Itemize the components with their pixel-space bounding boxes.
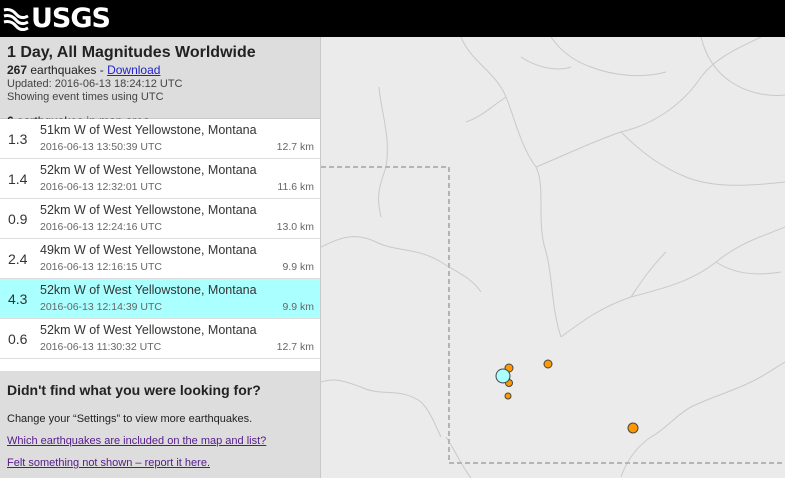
count-suffix: earthquakes - — [27, 63, 108, 77]
magnitude: 4.3 — [8, 291, 28, 307]
magnitude: 0.9 — [8, 211, 28, 227]
list-summary: 1 Day, All Magnitudes Worldwide 267 eart… — [0, 37, 320, 128]
magnitude: 1.3 — [8, 131, 28, 147]
location: 51km W of West Yellowstone, Montana — [40, 123, 257, 137]
map-canvas[interactable] — [321, 37, 785, 478]
earthquake-row[interactable]: 0.9 52km W of West Yellowstone, Montana … — [0, 199, 320, 239]
magnitude: 0.6 — [8, 331, 28, 347]
earthquake-row[interactable]: 1.3 51km W of West Yellowstone, Montana … — [0, 119, 320, 159]
earthquake-list: 1.3 51km W of West Yellowstone, Montana … — [0, 119, 320, 359]
depth: 13.0 km — [276, 221, 314, 233]
earthquake-row[interactable]: 1.4 52km W of West Yellowstone, Montana … — [0, 159, 320, 199]
logo-text: USGS — [31, 3, 111, 34]
location: 49km W of West Yellowstone, Montana — [40, 243, 257, 257]
report-felt-link[interactable]: Felt something not shown – report it her… — [7, 457, 313, 470]
time-mode: Showing event times using UTC — [7, 91, 164, 103]
top-bar: USGS — [0, 0, 785, 37]
help-panel: Didn't find what you were looking for? C… — [0, 371, 320, 478]
event-time: 2016-06-13 12:32:01 UTC — [40, 181, 162, 193]
map-view[interactable] — [321, 37, 785, 478]
event-time: 2016-06-13 12:14:39 UTC — [40, 301, 162, 313]
usgs-wave-icon — [3, 8, 29, 31]
depth: 12.7 km — [276, 341, 314, 353]
location: 52km W of West Yellowstone, Montana — [40, 323, 257, 337]
count-value: 267 — [7, 63, 28, 77]
earthquake-count: 267 earthquakes - Download — [7, 63, 313, 78]
magnitude: 2.4 — [8, 251, 28, 267]
magnitude: 1.4 — [8, 171, 28, 187]
depth: 11.6 km — [277, 181, 314, 193]
included-earthquakes-link[interactable]: Which earthquakes are included on the ma… — [7, 435, 313, 448]
earthquake-row[interactable]: 0.6 52km W of West Yellowstone, Montana … — [0, 319, 320, 359]
updated-time: Updated: 2016-06-13 18:24:12 UTC — [7, 78, 183, 90]
help-text: Change your “Settings” to view more eart… — [7, 413, 253, 425]
event-time: 2016-06-13 12:24:16 UTC — [40, 221, 162, 233]
earthquake-row[interactable]: 2.4 49km W of West Yellowstone, Montana … — [0, 239, 320, 279]
depth: 9.9 km — [282, 301, 314, 313]
event-time: 2016-06-13 13:50:39 UTC — [40, 141, 162, 153]
download-link[interactable]: Download — [107, 63, 160, 77]
usgs-logo[interactable]: USGS — [3, 3, 111, 34]
earthquake-row-selected[interactable]: 4.3 52km W of West Yellowstone, Montana … — [0, 279, 320, 319]
event-time: 2016-06-13 11:30:32 UTC — [40, 341, 162, 353]
earthquake-marker-selected[interactable] — [495, 368, 511, 384]
depth: 12.7 km — [276, 141, 314, 153]
location: 52km W of West Yellowstone, Montana — [40, 203, 257, 217]
help-title: Didn't find what you were looking for? — [7, 382, 261, 398]
depth: 9.9 km — [282, 261, 314, 273]
earthquake-marker[interactable] — [627, 422, 639, 434]
earthquake-marker[interactable] — [543, 359, 553, 369]
earthquake-marker[interactable] — [504, 392, 512, 400]
location: 52km W of West Yellowstone, Montana — [40, 163, 257, 177]
event-time: 2016-06-13 12:16:15 UTC — [40, 261, 162, 273]
location: 52km W of West Yellowstone, Montana — [40, 283, 257, 297]
sidebar: 1 Day, All Magnitudes Worldwide 267 eart… — [0, 37, 321, 478]
feed-title: 1 Day, All Magnitudes Worldwide — [7, 44, 256, 61]
